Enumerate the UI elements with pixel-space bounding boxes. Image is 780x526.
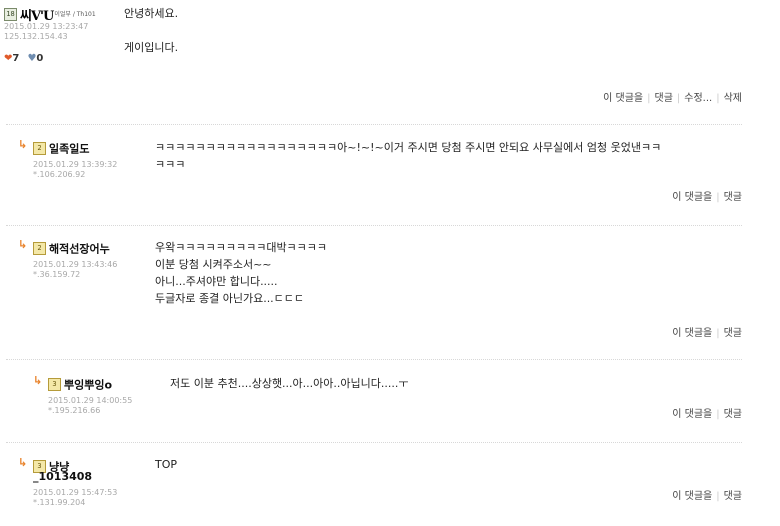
comment-meta: 3 냥냥 _1013408 2015.01.29 15:47:53 *.131.9…: [33, 456, 117, 508]
nickname-sub: 이얼부 / Th101: [54, 11, 96, 18]
level-icon: 3: [48, 378, 61, 391]
level-icon: 2: [33, 242, 46, 255]
reply-arrow-icon: ↳: [18, 238, 28, 251]
post-date: 2015.01.29 13:23:47: [4, 22, 89, 31]
comment-actions: 이 댓글을 | 댓글: [672, 409, 742, 420]
content-line: 아니...주셔야만 합니다.....: [155, 275, 278, 288]
content-line: 두글자로 종결 아닌가요...ㄷㄷㄷ: [155, 292, 305, 305]
comment-nick-line2[interactable]: _1013408: [33, 470, 117, 484]
content-line: [124, 22, 178, 39]
reply-this-link[interactable]: 이 댓글을: [672, 409, 712, 420]
comment-actions: 이 댓글을 | 댓글: [672, 491, 742, 502]
content-line: ㅋㅋㅋㅋㅋㅋㅋㅋㅋㅋㅋㅋㅋㅋㅋㅋㅋㅋ아~!~!~이거 주시면 당첨 주시면 안되…: [155, 141, 662, 154]
reply-link[interactable]: 댓글: [655, 93, 673, 104]
comment-item: ↳ 3 냥냥 _1013408 2015.01.29 15:47:53 *.131…: [0, 450, 780, 526]
reply-link[interactable]: 댓글: [724, 409, 742, 420]
level-icon: 18: [4, 8, 17, 21]
reply-link[interactable]: 댓글: [724, 192, 742, 203]
post-actions: 이 댓글을 | 댓글 | 수정... | 삭제: [603, 93, 742, 104]
divider: [6, 124, 742, 125]
comment-date: 2015.01.29 14:00:55: [48, 396, 133, 405]
comment-nick[interactable]: 일족일도: [49, 143, 89, 156]
divider: [6, 359, 742, 360]
content-line: ㅋㅋㅋ: [155, 158, 186, 171]
divider: [6, 225, 742, 226]
reply-arrow-icon: ↳: [18, 456, 28, 469]
edit-link[interactable]: 수정...: [684, 93, 712, 104]
comment-meta: 3 뿌잉뿌잉o 2015.01.29 14:00:55 *.195.216.66: [48, 374, 132, 416]
comment-item: ↳ 3 뿌잉뿌잉o 2015.01.29 14:00:55 *.195.216.6…: [0, 366, 780, 444]
comment-actions: 이 댓글을 | 댓글: [672, 192, 742, 203]
delete-link[interactable]: 삭제: [724, 93, 742, 104]
reply-this-link[interactable]: 이 댓글을: [603, 93, 643, 104]
content-line: 게이입니다.: [124, 41, 179, 54]
content-line: 이분 당첨 시켜주소서~~: [155, 258, 272, 271]
comment-ip: *.36.159.72: [33, 270, 81, 279]
divider: [6, 442, 742, 443]
reply-arrow-icon: ↳: [33, 374, 43, 387]
comment-nick[interactable]: 뿌잉뿌잉o: [64, 379, 112, 392]
comment-meta: 2 일족일도 2015.01.29 13:39:32 *.106.206.92: [33, 138, 117, 180]
main-post: 18 씨V'U이얼부 / Th101 2015.01.29 13:23:47 12…: [0, 0, 780, 115]
content-line: 안녕하세요.: [124, 7, 179, 20]
comment-date: 2015.01.29 15:47:53: [33, 488, 118, 497]
content-line: TOP: [155, 458, 178, 471]
comment-content: TOP: [155, 456, 177, 473]
comment-date: 2015.01.29 13:39:32: [33, 160, 118, 169]
reply-this-link[interactable]: 이 댓글을: [672, 328, 712, 339]
comment-ip: *.131.99.204: [33, 498, 86, 507]
reply-this-link[interactable]: 이 댓글을: [672, 192, 712, 203]
author-meta: 18 씨V'U이얼부 / Th101 2015.01.29 13:23:47 12…: [4, 4, 96, 65]
author-nick[interactable]: 18 씨V'U이얼부 / Th101: [4, 4, 96, 24]
comment-ip: *.195.216.66: [48, 406, 101, 415]
comment-content: ㅋㅋㅋㅋㅋㅋㅋㅋㅋㅋㅋㅋㅋㅋㅋㅋㅋㅋ아~!~!~이거 주시면 당첨 주시면 안되…: [155, 139, 661, 173]
post-ip: 125.132.154.43: [4, 32, 68, 41]
like-count: 7: [12, 53, 20, 64]
dislike-count: 0: [36, 53, 44, 64]
comment-ip: *.106.206.92: [33, 170, 86, 179]
comment-date: 2015.01.29 13:43:46: [33, 260, 118, 269]
comment-item: ↳ 2 해적선장어누 2015.01.29 13:43:46 *.36.159.7…: [0, 232, 780, 357]
level-icon: 2: [33, 142, 46, 155]
comment-actions: 이 댓글을 | 댓글: [672, 328, 742, 339]
reply-this-link[interactable]: 이 댓글을: [672, 491, 712, 502]
reply-link[interactable]: 댓글: [724, 491, 742, 502]
comment-item: ↳ 2 일족일도 2015.01.29 13:39:32 *.106.206.92…: [0, 132, 780, 227]
post-content: 안녕하세요. 게이입니다.: [124, 5, 178, 56]
comment-content: 우왁ㅋㅋㅋㅋㅋㅋㅋㅋㅋ대박ㅋㅋㅋㅋ 이분 당첨 시켜주소서~~ 아니...주셔야…: [155, 239, 327, 307]
reply-link[interactable]: 댓글: [724, 328, 742, 339]
comment-meta: 2 해적선장어누 2015.01.29 13:43:46 *.36.159.72: [33, 238, 117, 280]
comment-nick[interactable]: 해적선장어누: [49, 243, 110, 256]
reply-arrow-icon: ↳: [18, 138, 28, 151]
comment-content: 저도 이분 추천....상상햇...아...아아..아닙니다.....ㅜ: [170, 375, 408, 392]
content-line: 우왁ㅋㅋㅋㅋㅋㅋㅋㅋㅋ대박ㅋㅋㅋㅋ: [155, 241, 328, 254]
content-line: 저도 이분 추천....상상햇...아...아아..아닙니다.....ㅜ: [170, 377, 409, 390]
